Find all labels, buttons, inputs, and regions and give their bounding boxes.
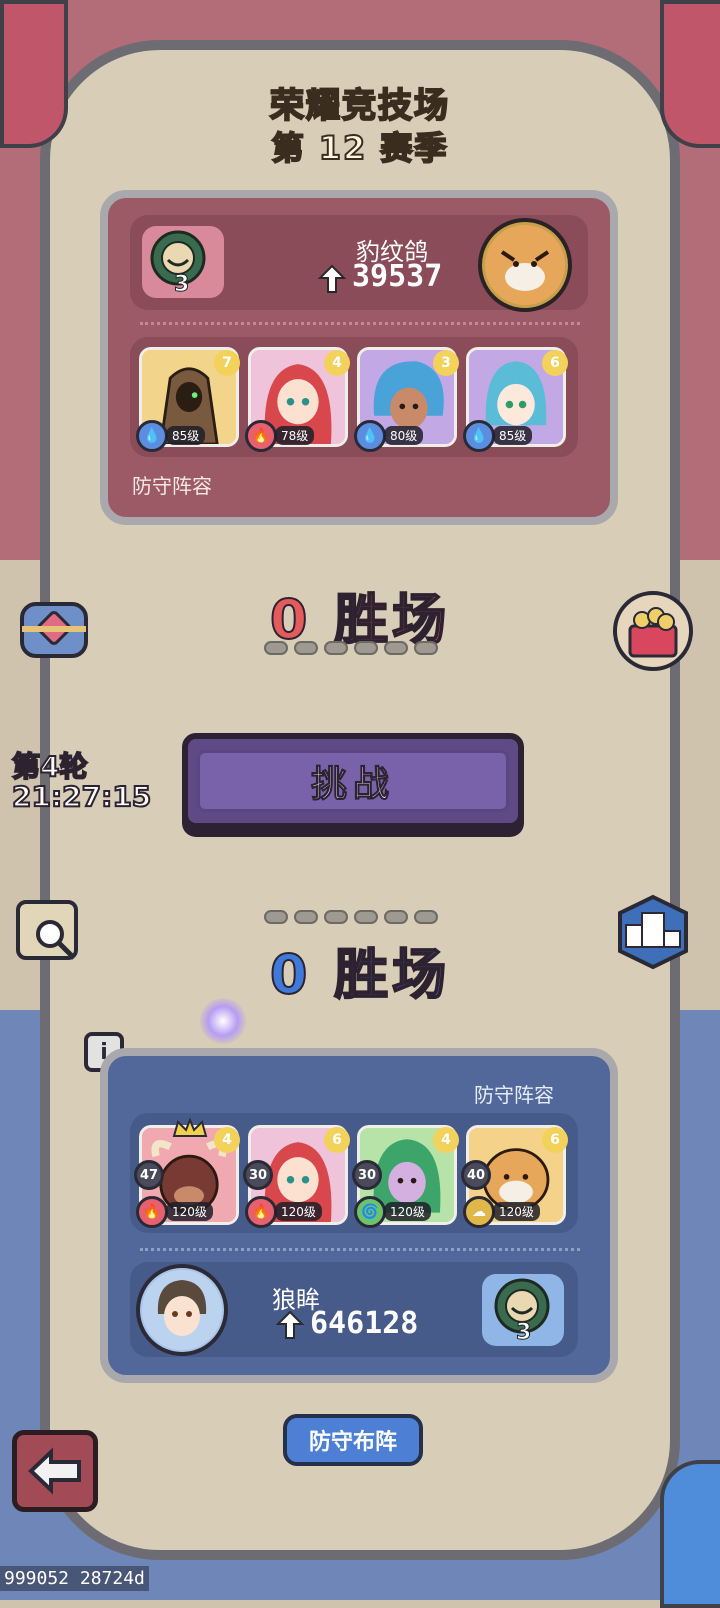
player-token-box: 3: [482, 1274, 564, 1346]
player-hero-4-badge: 40: [461, 1160, 491, 1190]
win-slot: [294, 641, 318, 655]
opponent-token-count: 3: [173, 272, 190, 298]
water-element-icon: 💧: [354, 420, 386, 452]
player-hero-3-stars: 4: [433, 1127, 459, 1153]
fire-element-icon: 🔥: [245, 1196, 277, 1228]
round-label: 第4轮: [11, 749, 88, 784]
fire-element-icon: 🔥: [136, 1196, 168, 1228]
water-element-icon: 💧: [136, 420, 168, 452]
fire-element-icon: 🔥: [245, 420, 277, 452]
gift-box-icon: [613, 591, 693, 671]
player-avatar[interactable]: [136, 1264, 228, 1356]
win-slot: [354, 910, 378, 924]
player-hero-1-stars: 4: [214, 1127, 240, 1153]
arena-title: 荣耀竞技场: [269, 85, 450, 127]
round-timer: 21:27:15: [11, 779, 152, 814]
opponent-hero-3-level: 80级: [384, 426, 424, 445]
opponent-hero-2-stars: 4: [324, 350, 350, 376]
challenge-button-face: 挑战: [197, 750, 509, 812]
player-power: 646128: [310, 1306, 419, 1341]
defense-deploy-button[interactable]: 防守布阵: [283, 1414, 423, 1466]
divider: [140, 322, 580, 325]
player-hero-1-level: 120级: [166, 1202, 213, 1221]
season-label: 第 12 赛季: [271, 128, 449, 168]
power-icon: [314, 264, 350, 294]
divider: [140, 1248, 580, 1251]
win-slot: [414, 910, 438, 924]
debug-id: 999052 28724d: [0, 1566, 149, 1591]
win-slot: [324, 641, 348, 655]
defense-deploy-label: 防守布阵: [308, 1430, 397, 1455]
opponent-token-box: 3: [142, 226, 224, 298]
opponent-win-progress: [264, 641, 438, 655]
opponent-power: 39537: [352, 259, 443, 294]
win-slot: [324, 910, 348, 924]
win-slot: [264, 910, 288, 924]
chest-button[interactable]: [14, 590, 94, 670]
orb-icon[interactable]: [200, 998, 246, 1044]
win-slot: [384, 910, 408, 924]
opponent-hero-4-level: 85级: [493, 426, 533, 445]
player-hero-2-badge: 30: [243, 1160, 273, 1190]
player-lineup-label: 防守阵容: [474, 1083, 554, 1107]
opponent-lineup-label: 防守阵容: [132, 474, 212, 498]
player-token-count: 3: [515, 1320, 532, 1346]
player-hero-3-badge: 30: [352, 1160, 382, 1190]
player-hero-2-stars: 6: [324, 1127, 350, 1153]
win-slot: [414, 641, 438, 655]
character-portrait-icon: [142, 1270, 222, 1350]
chest-icon: [20, 602, 88, 658]
power-icon: [272, 1310, 308, 1340]
challenge-label: 挑战: [310, 764, 395, 806]
tiger-portrait-icon: [485, 225, 565, 305]
opponent-hero-3-stars: 3: [433, 350, 459, 376]
gift-button[interactable]: [612, 590, 694, 672]
win-slot: [354, 641, 378, 655]
win-slot: [264, 641, 288, 655]
player-wins: 0 胜场: [269, 942, 451, 1007]
player-win-progress: [264, 910, 438, 924]
player-hero-3-level: 120级: [384, 1202, 431, 1221]
earth-element-icon: ☁: [463, 1196, 495, 1228]
opponent-hero-2-level: 78级: [275, 426, 315, 445]
back-button[interactable]: [12, 1430, 98, 1512]
win-slot: [294, 910, 318, 924]
player-hero-1-badge: 47: [134, 1160, 164, 1190]
crown-icon: [172, 1117, 208, 1138]
player-hero-4-level: 120级: [493, 1202, 540, 1221]
opponent-hero-1-level: 85级: [166, 426, 206, 445]
corner-ornament-bottom-right: [660, 1460, 720, 1608]
win-slot: [384, 641, 408, 655]
player-hero-4-stars: 6: [542, 1127, 568, 1153]
wind-element-icon: 🌀: [354, 1196, 386, 1228]
back-arrow-icon: [28, 1447, 81, 1495]
challenge-button[interactable]: 挑战: [182, 733, 524, 829]
player-hero-2-level: 120级: [275, 1202, 322, 1221]
opponent-hero-4-stars: 6: [542, 350, 568, 376]
opponent-avatar[interactable]: [478, 218, 572, 312]
opponent-hero-1-stars: 7: [214, 350, 240, 376]
water-element-icon: 💧: [463, 420, 495, 452]
